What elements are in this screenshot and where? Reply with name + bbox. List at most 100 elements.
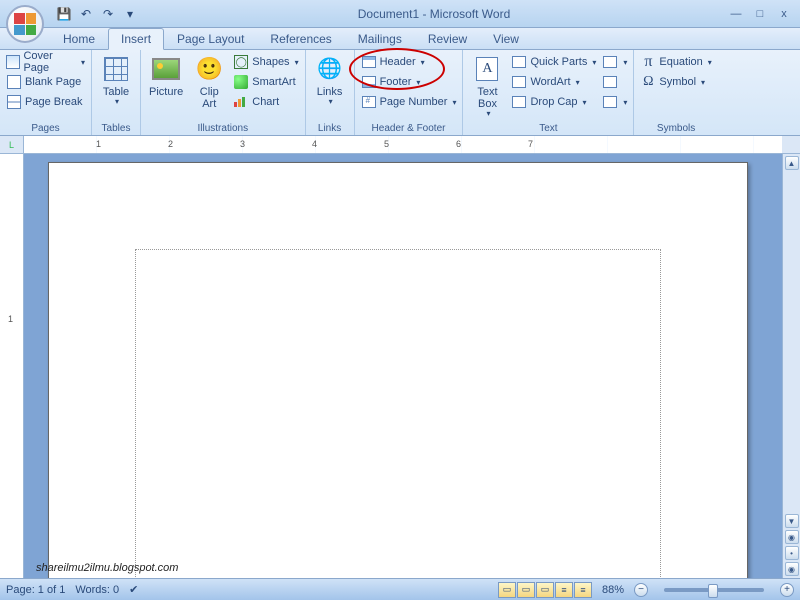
- group-illustrations-label: Illustrations: [145, 122, 301, 135]
- clip-art-button[interactable]: 🙂 Clip Art: [189, 52, 229, 112]
- document-view[interactable]: [24, 154, 782, 578]
- zoom-slider[interactable]: [664, 588, 764, 592]
- table-button[interactable]: Table: [96, 52, 136, 109]
- page-break-icon: [7, 95, 21, 109]
- group-pages-label: Pages: [4, 122, 87, 135]
- shapes-button[interactable]: ◯Shapes: [231, 52, 300, 72]
- picture-button[interactable]: Picture: [145, 52, 187, 100]
- qat-undo[interactable]: ↶: [76, 4, 96, 24]
- header-icon: [362, 56, 376, 68]
- text-box-button[interactable]: A Text Box: [467, 52, 507, 121]
- object-button[interactable]: [600, 92, 629, 112]
- vertical-scrollbar[interactable]: ▲ ▼ ◉ • ◉: [782, 154, 800, 578]
- tab-page-layout[interactable]: Page Layout: [164, 28, 257, 49]
- view-buttons: ▭ ▭ ▭ ≡ ≡: [498, 582, 592, 598]
- browse-object-button[interactable]: •: [785, 546, 799, 560]
- page-break-button[interactable]: Page Break: [4, 92, 87, 112]
- signature-line-button[interactable]: [600, 52, 629, 72]
- wordart-icon: [512, 76, 526, 88]
- qat-save[interactable]: 💾: [54, 4, 74, 24]
- group-symbols: πEquation ΩSymbol Symbols: [634, 50, 717, 135]
- view-full-reading[interactable]: ▭: [517, 582, 535, 598]
- tab-insert[interactable]: Insert: [108, 28, 164, 50]
- vertical-ruler[interactable]: 1: [0, 154, 24, 578]
- group-text-label: Text: [467, 122, 629, 135]
- quick-parts-icon: [512, 56, 526, 68]
- horizontal-ruler[interactable]: 1 2 3 4 5 6 7: [24, 136, 782, 153]
- tab-view[interactable]: View: [480, 28, 532, 49]
- blank-page-button[interactable]: Blank Page: [4, 72, 87, 92]
- status-zoom[interactable]: 88%: [602, 584, 624, 596]
- next-page-button[interactable]: ◉: [785, 562, 799, 576]
- minimize-button[interactable]: —: [728, 6, 744, 22]
- smartart-button[interactable]: SmartArt: [231, 72, 300, 92]
- tab-selector[interactable]: L: [0, 136, 24, 153]
- group-text: A Text Box Quick Parts WordArt Drop Cap …: [463, 50, 634, 135]
- symbol-button[interactable]: ΩSymbol: [638, 72, 713, 92]
- office-logo-icon: [14, 13, 36, 35]
- chart-button[interactable]: Chart: [231, 92, 300, 112]
- window-title: Document1 - Microsoft Word: [140, 7, 728, 21]
- view-outline[interactable]: ≡: [555, 582, 573, 598]
- status-proofing-icon[interactable]: ✔: [129, 583, 138, 596]
- group-pages: Cover Page Blank Page Page Break Pages: [0, 50, 92, 135]
- watermark-text: shareilmu2ilmu.blogspot.com: [36, 562, 178, 574]
- group-illustrations: Picture 🙂 Clip Art ◯Shapes SmartArt Char…: [141, 50, 306, 135]
- qat-customize[interactable]: ▾: [120, 4, 140, 24]
- scroll-down-button[interactable]: ▼: [785, 514, 799, 528]
- header-button[interactable]: Header: [359, 52, 459, 72]
- office-button[interactable]: [6, 5, 44, 43]
- table-icon: [104, 57, 128, 81]
- picture-icon: [152, 58, 180, 80]
- shapes-icon: ◯: [234, 55, 248, 69]
- drop-cap-icon: [512, 96, 526, 108]
- tab-home[interactable]: Home: [50, 28, 108, 49]
- scroll-up-button[interactable]: ▲: [785, 156, 799, 170]
- date-time-icon: [603, 76, 617, 88]
- page-number-icon: [362, 96, 376, 108]
- links-button[interactable]: 🌐 Links: [310, 52, 350, 109]
- smartart-icon: [234, 75, 248, 89]
- close-button[interactable]: x: [776, 6, 792, 22]
- zoom-out-button[interactable]: −: [634, 583, 648, 597]
- cover-page-icon: [6, 55, 20, 69]
- group-links: 🌐 Links Links: [306, 50, 355, 135]
- ruler-bar: L 1 2 3 4 5 6 7: [0, 136, 800, 154]
- footer-icon: [362, 76, 376, 88]
- equation-icon: π: [640, 54, 656, 70]
- group-tables: Table Tables: [92, 50, 141, 135]
- footer-button[interactable]: Footer: [359, 72, 459, 92]
- object-icon: [603, 96, 617, 108]
- view-draft[interactable]: ≡: [574, 582, 592, 598]
- page-number-button[interactable]: Page Number: [359, 92, 459, 112]
- links-icon: 🌐: [315, 54, 345, 84]
- tab-review[interactable]: Review: [415, 28, 480, 49]
- text-box-icon: A: [476, 57, 498, 81]
- wordart-button[interactable]: WordArt: [509, 72, 598, 92]
- group-links-label: Links: [310, 122, 350, 135]
- group-header-footer: Header Footer Page Number Header & Foote…: [355, 50, 464, 135]
- page[interactable]: [48, 162, 748, 578]
- view-print-layout[interactable]: ▭: [498, 582, 516, 598]
- cover-page-button[interactable]: Cover Page: [4, 52, 87, 72]
- page-margin-guide: [135, 249, 661, 578]
- blank-page-icon: [7, 75, 21, 89]
- quick-access-toolbar: 💾 ↶ ↷ ▾: [54, 0, 140, 27]
- status-page[interactable]: Page: 1 of 1: [6, 584, 65, 596]
- tab-mailings[interactable]: Mailings: [345, 28, 415, 49]
- status-words[interactable]: Words: 0: [75, 584, 119, 596]
- zoom-in-button[interactable]: +: [780, 583, 794, 597]
- group-tables-label: Tables: [96, 122, 136, 135]
- tab-references[interactable]: References: [257, 28, 344, 49]
- view-web-layout[interactable]: ▭: [536, 582, 554, 598]
- date-time-button[interactable]: [600, 72, 629, 92]
- quick-parts-button[interactable]: Quick Parts: [509, 52, 598, 72]
- qat-redo[interactable]: ↷: [98, 4, 118, 24]
- prev-page-button[interactable]: ◉: [785, 530, 799, 544]
- equation-button[interactable]: πEquation: [638, 52, 713, 72]
- symbol-icon: Ω: [640, 74, 656, 90]
- drop-cap-button[interactable]: Drop Cap: [509, 92, 598, 112]
- maximize-button[interactable]: □: [752, 6, 768, 22]
- group-symbols-label: Symbols: [638, 122, 713, 135]
- ribbon: Cover Page Blank Page Page Break Pages T…: [0, 50, 800, 136]
